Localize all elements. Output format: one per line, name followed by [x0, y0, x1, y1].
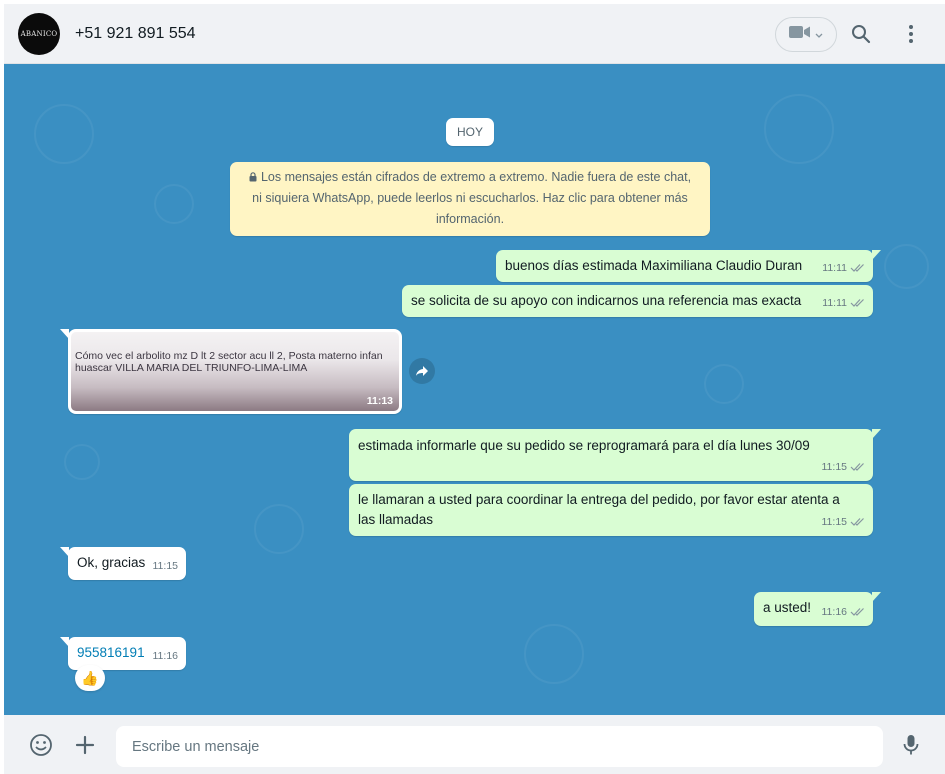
forward-button[interactable]	[409, 358, 435, 384]
composer-bar	[4, 715, 945, 774]
wallpaper-doodle	[884, 244, 929, 289]
image-thumbnail[interactable]: Cómo vec el arbolito mz D lt 2 sector ac…	[71, 332, 399, 411]
double-check-icon	[850, 299, 864, 307]
wallpaper-doodle	[254, 504, 304, 554]
wallpaper-doodle	[764, 94, 834, 164]
bubble-tail	[872, 429, 881, 439]
double-check-icon	[850, 463, 864, 471]
message-incoming[interactable]: Ok, gracias 11:15	[60, 547, 186, 580]
chevron-down-icon	[815, 26, 823, 44]
image-line-2: huascar VILLA MARIA DEL TRIUNFO-LIMA-LIM…	[75, 362, 308, 374]
message-outgoing[interactable]: buenos días estimada Maximiliana Claudio…	[496, 250, 881, 282]
message-meta: 11:16	[153, 646, 179, 666]
wallpaper-doodle	[64, 444, 100, 480]
video-call-button[interactable]	[775, 17, 837, 52]
message-meta: 11:11	[822, 258, 865, 278]
plus-icon[interactable]	[72, 732, 98, 758]
avatar[interactable]: ABANICO	[18, 13, 60, 55]
forward-icon	[416, 366, 428, 376]
message-text: a usted!	[763, 600, 812, 615]
message-outgoing[interactable]: estimada informarle que su pedido se rep…	[349, 429, 881, 481]
avatar-logo-text: ABANICO	[20, 30, 58, 38]
message-meta: 11:15	[153, 556, 179, 576]
emoji-icon[interactable]	[28, 732, 54, 758]
message-time: 11:11	[822, 262, 847, 274]
message-text: Ok, gracias	[77, 555, 146, 570]
message-outgoing[interactable]: se solicita de su apoyo con indicarnos u…	[402, 285, 873, 317]
microphone-icon[interactable]	[898, 732, 924, 758]
message-text: buenos días estimada Maximiliana Claudio…	[505, 258, 803, 273]
wallpaper-doodle	[704, 364, 744, 404]
message-text: estimada informarle que su pedido se rep…	[358, 438, 810, 453]
phone-number-link[interactable]: 955816191	[77, 643, 146, 663]
message-text: le llamaran a usted para coordinar la en…	[358, 492, 840, 527]
bubble-tail	[60, 547, 69, 557]
encryption-notice[interactable]: Los mensajes están cifrados de extremo a…	[230, 162, 710, 236]
message-time: 11:16	[821, 606, 848, 618]
double-check-icon	[850, 518, 864, 526]
message-time: 11:15	[821, 461, 848, 473]
whatsapp-window: ABANICO +51 921 891 554 HOY Los mensajes…	[4, 4, 945, 774]
double-check-icon	[850, 608, 864, 616]
message-time: 11:15	[152, 560, 179, 572]
reaction-thumbs-up[interactable]: 👍	[75, 665, 105, 691]
bubble-tail	[60, 637, 69, 647]
message-meta: 11:16	[822, 602, 866, 622]
search-icon[interactable]	[848, 21, 874, 47]
bubble-tail	[872, 592, 881, 602]
message-time: 11:16	[152, 650, 179, 662]
bubble-tail	[872, 250, 881, 260]
contact-name[interactable]: +51 921 891 554	[75, 25, 196, 43]
message-meta: 11:15	[822, 512, 866, 532]
message-outgoing[interactable]: le llamaran a usted para coordinar la en…	[349, 484, 873, 536]
message-time: 11:13	[366, 395, 393, 407]
bubble-tail	[60, 329, 69, 339]
wallpaper-doodle	[524, 624, 584, 684]
image-line-1: Cómo vec el arbolito mz D lt 2 sector ac…	[75, 350, 383, 362]
message-text: se solicita de su apoyo con indicarnos u…	[411, 293, 802, 308]
kebab-menu-icon[interactable]	[898, 21, 924, 47]
wallpaper-doodle	[34, 104, 94, 164]
message-input[interactable]	[116, 726, 883, 767]
encryption-notice-text: Los mensajes están cifrados de extremo a…	[252, 170, 692, 226]
lock-icon	[249, 172, 257, 182]
message-time: 11:11	[822, 297, 847, 309]
image-caption-text: Cómo vec el arbolito mz D lt 2 sector ac…	[75, 350, 383, 374]
message-outgoing[interactable]: a usted! 11:16	[754, 592, 881, 626]
chat-area[interactable]: HOY Los mensajes están cifrados de extre…	[4, 64, 945, 715]
chat-header: ABANICO +51 921 891 554	[4, 4, 945, 64]
message-incoming-image[interactable]: Cómo vec el arbolito mz D lt 2 sector ac…	[60, 329, 402, 414]
date-pill: HOY	[446, 118, 495, 146]
message-meta: 11:15	[822, 457, 866, 477]
video-call-icon	[789, 25, 811, 44]
double-check-icon	[850, 264, 864, 272]
wallpaper-doodle	[154, 184, 194, 224]
message-meta: 11:11	[822, 293, 865, 313]
message-time: 11:15	[821, 516, 848, 528]
